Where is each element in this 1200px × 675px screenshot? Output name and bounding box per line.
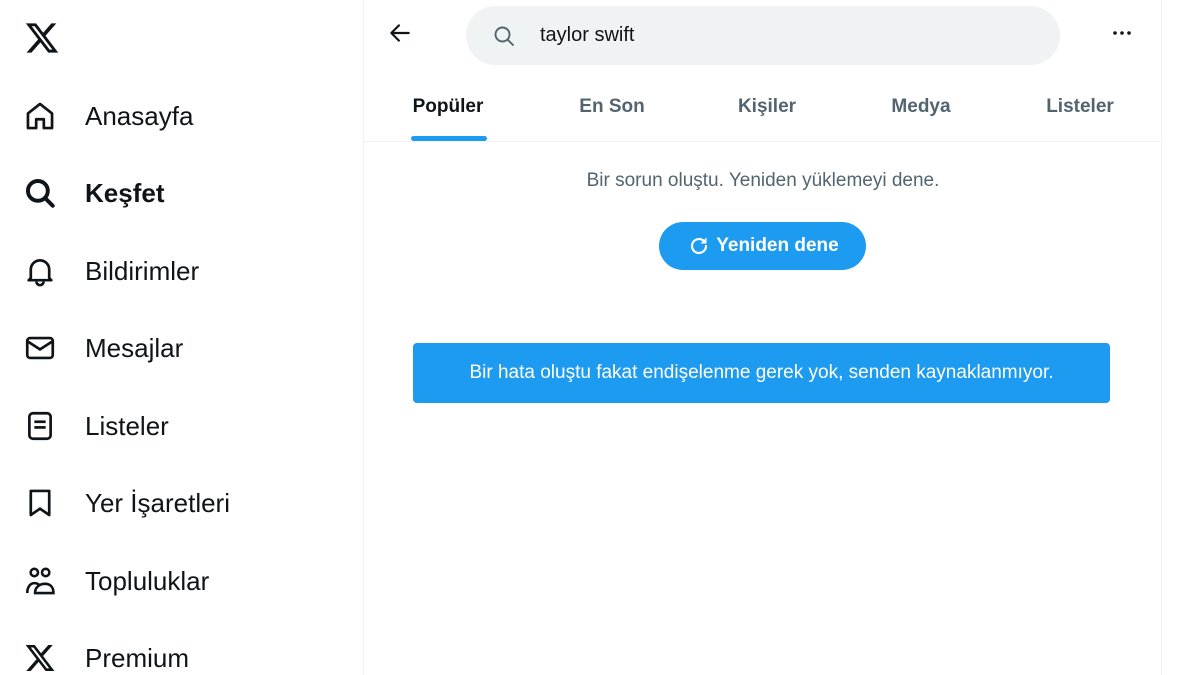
refresh-icon <box>686 233 712 259</box>
bookmark-icon <box>22 485 58 521</box>
app: Anasayfa Keşfet Bildirimler Mesajlar Lis <box>0 0 1200 675</box>
tab-latest[interactable]: En Son <box>532 72 692 142</box>
active-tab-indicator <box>411 136 487 141</box>
tab-label: Medya <box>891 96 951 117</box>
retry-label: Yeniden dene <box>716 235 839 256</box>
more-horizontal-icon <box>1110 21 1134 50</box>
communities-icon <box>22 563 58 599</box>
home-icon <box>22 98 58 134</box>
tab-lists[interactable]: Listeler <box>1000 72 1160 142</box>
tab-people[interactable]: Kişiler <box>692 72 842 142</box>
search-bar[interactable] <box>466 6 1060 65</box>
error-message: Bir sorun oluştu. Yeniden yüklemeyi dene… <box>586 170 940 191</box>
sidebar-item-home[interactable]: Anasayfa <box>22 88 193 144</box>
search-icon <box>492 24 516 48</box>
sidebar: Anasayfa Keşfet Bildirimler Mesajlar Lis <box>0 0 363 675</box>
envelope-icon <box>22 330 58 366</box>
tab-label: En Son <box>579 96 645 117</box>
tab-label: Popüler <box>412 96 484 117</box>
sidebar-item-label: Premium <box>85 642 190 673</box>
sidebar-item-messages[interactable]: Mesajlar <box>22 320 183 376</box>
sidebar-item-premium[interactable]: Premium <box>22 630 189 675</box>
search-icon <box>22 175 58 211</box>
sidebar-item-label: Listeler <box>85 410 169 441</box>
sidebar-item-notifications[interactable]: Bildirimler <box>22 243 199 299</box>
tab-media[interactable]: Medya <box>842 72 1000 142</box>
bell-icon <box>22 253 58 289</box>
sidebar-item-label: Anasayfa <box>85 100 194 131</box>
sidebar-item-bookmarks[interactable]: Yer İşaretleri <box>22 475 230 531</box>
sidebar-item-label: Yer İşaretleri <box>85 487 230 518</box>
main-column: Popüler En Son Kişiler Medya Listeler Bi… <box>363 0 1162 675</box>
tab-label: Kişiler <box>737 96 797 117</box>
sidebar-item-communities[interactable]: Topluluklar <box>22 553 209 609</box>
sidebar-item-lists[interactable]: Listeler <box>22 398 169 454</box>
search-tabs: Popüler En Son Kişiler Medya Listeler <box>364 72 1162 142</box>
back-button[interactable] <box>382 17 418 53</box>
sidebar-item-label: Keşfet <box>85 177 165 208</box>
more-options-button[interactable] <box>1104 17 1140 53</box>
sidebar-item-label: Mesajlar <box>85 332 184 363</box>
x-logo-icon[interactable] <box>24 20 60 56</box>
list-icon <box>22 408 58 444</box>
tab-popular[interactable]: Popüler <box>364 72 532 142</box>
sidebar-item-label: Topluluklar <box>85 565 210 596</box>
retry-button[interactable]: Yeniden dene <box>659 222 866 270</box>
sidebar-item-explore[interactable]: Keşfet <box>22 165 164 221</box>
search-input[interactable] <box>540 20 1040 50</box>
error-toast: Bir hata oluştu fakat endişelenme gerek … <box>413 343 1110 403</box>
tab-label: Listeler <box>1046 96 1114 117</box>
x-logo-icon <box>22 640 58 675</box>
sidebar-item-label: Bildirimler <box>85 255 200 286</box>
arrow-left-icon <box>387 20 413 51</box>
